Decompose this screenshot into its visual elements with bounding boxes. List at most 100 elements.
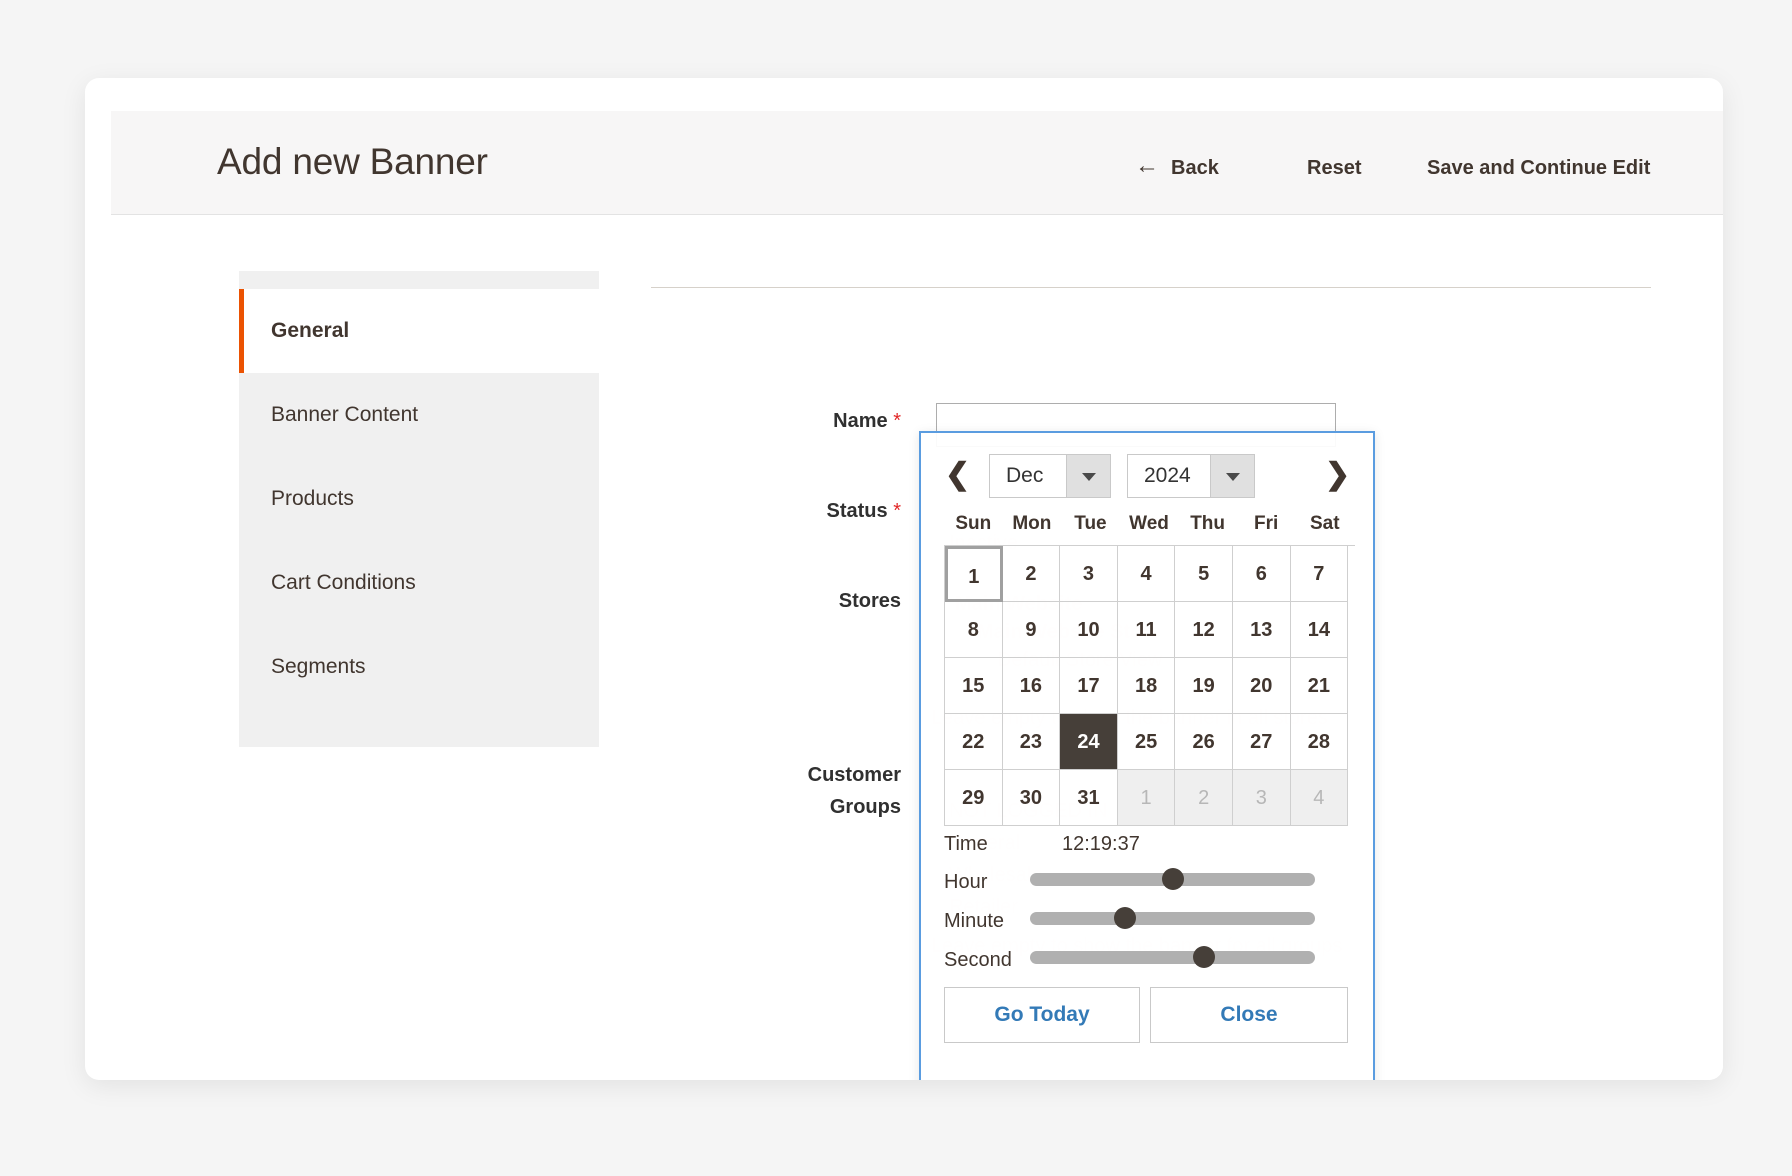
calendar-day-cell[interactable]: 2	[1002, 546, 1061, 602]
month-select-value: Dec	[1006, 464, 1044, 487]
tab-nav: General Banner Content Products Cart Con…	[239, 289, 599, 747]
back-button[interactable]: Back	[1171, 157, 1219, 180]
minute-slider[interactable]	[1030, 907, 1315, 929]
calendar-header: ❮ Dec 2024 ❯	[921, 447, 1373, 503]
calendar-day-cell[interactable]: 4	[1117, 546, 1176, 602]
tab-cart-conditions[interactable]: Cart Conditions	[239, 541, 599, 625]
weekday-header: Fri	[1254, 513, 1279, 534]
go-today-button[interactable]: Go Today	[944, 987, 1140, 1043]
name-label-text: Name	[833, 410, 888, 432]
calendar-day-cell[interactable]: 25	[1117, 714, 1176, 770]
calendar-day-cell[interactable]: 23	[1002, 714, 1061, 770]
save-and-continue-edit-button[interactable]: Save and Continue Edit	[1427, 157, 1650, 180]
calendar-day-cell[interactable]: 6	[1232, 546, 1291, 602]
tab-general[interactable]: General	[239, 289, 599, 373]
customer-groups-label: Customer Groups	[651, 759, 901, 823]
calendar-day-cell[interactable]: 15	[945, 658, 1003, 714]
calendar-week-row: 22 23 24 25 26 27 28	[945, 714, 1355, 770]
calendar-day-cell[interactable]: 8	[945, 602, 1003, 658]
calendar-day-cell[interactable]: 3	[1232, 770, 1291, 826]
calendar-day-cell[interactable]: 27	[1232, 714, 1291, 770]
tab-label: Banner Content	[271, 403, 419, 426]
calendar-day-cell[interactable]: 9	[1002, 602, 1061, 658]
tab-products[interactable]: Products	[239, 457, 599, 541]
calendar-day-cell[interactable]: 11	[1117, 602, 1176, 658]
customer-groups-label-line2: Groups	[829, 796, 901, 818]
calendar-week-row: 8 9 10 11 12 13 14	[945, 602, 1355, 658]
name-label: Name *	[651, 407, 901, 435]
minute-slider-thumb[interactable]	[1114, 907, 1137, 929]
calendar-day-cell[interactable]: 1	[945, 546, 1003, 602]
stores-label: Stores	[838, 590, 901, 612]
time-value: 12:19:37	[1062, 833, 1140, 855]
calendar-day-cell[interactable]: 28	[1290, 714, 1349, 770]
status-label-text: Status	[826, 500, 888, 522]
calendar-day-cell[interactable]: 21	[1290, 658, 1349, 714]
weekday-header: Wed	[1129, 513, 1169, 534]
year-select[interactable]: 2024	[1127, 454, 1255, 498]
page-title: Add new Banner	[217, 141, 488, 182]
hour-slider-thumb[interactable]	[1161, 868, 1184, 890]
calendar-day-cell[interactable]: 3	[1060, 546, 1118, 602]
reset-button[interactable]: Reset	[1307, 157, 1361, 180]
tab-segments[interactable]: Segments	[239, 625, 599, 709]
calendar-day-cell[interactable]: 19	[1175, 658, 1233, 714]
hour-label: Hour	[944, 871, 988, 893]
weekday-header: Sun	[955, 513, 992, 534]
datetime-picker-popup: ❮ Dec 2024 ❯ Sun Mon Tue Wed Thu Fri Sat 12345…	[919, 431, 1375, 1080]
calendar-day-cell[interactable]: 1	[1117, 770, 1176, 826]
calendar-day-cell[interactable]: 2	[1175, 770, 1233, 826]
tab-nav-top-strip	[239, 271, 599, 289]
tab-label: Segments	[271, 655, 366, 678]
calendar-week-row: 29 30 31 1 2 3 4	[945, 770, 1355, 826]
calendar-day-cell[interactable]: 13	[1232, 602, 1291, 658]
calendar-day-cell[interactable]: 26	[1175, 714, 1233, 770]
calendar-day-cell[interactable]: 20	[1232, 658, 1291, 714]
weekday-header: Tue	[1074, 513, 1107, 534]
page-header: Add new Banner ← Back Reset Save and Con…	[111, 111, 1723, 215]
status-label: Status *	[651, 497, 901, 525]
tab-label: Cart Conditions	[271, 571, 416, 594]
tab-label: Products	[271, 487, 354, 510]
chevron-down-icon[interactable]	[1066, 455, 1110, 497]
calendar-day-cell[interactable]: 18	[1117, 658, 1176, 714]
year-select-value: 2024	[1144, 464, 1191, 487]
calendar-day-cell[interactable]: 14	[1290, 602, 1349, 658]
weekday-header: Sat	[1309, 513, 1340, 534]
calendar-day-cell[interactable]: 31	[1060, 770, 1118, 826]
customer-groups-label-line1: Customer	[807, 764, 901, 786]
close-button[interactable]: Close	[1150, 987, 1348, 1043]
calendar-grid: 1 2 3 4 5 6 7 8 9 10 11 12 13 14 15 16 17 18 19 20 21 22 23 24 2…	[944, 545, 1355, 826]
calendar-day-cell[interactable]: 7	[1290, 546, 1349, 602]
minute-label: Minute	[944, 910, 1005, 932]
form-divider	[651, 287, 1651, 288]
calendar-day-cell[interactable]: 10	[1060, 602, 1118, 658]
calendar-day-cell[interactable]: 24	[1060, 714, 1118, 770]
hour-slider[interactable]	[1030, 868, 1315, 890]
second-slider[interactable]	[1030, 946, 1315, 968]
calendar-day-cell[interactable]: 17	[1060, 658, 1118, 714]
app-window: Add new Banner ← Back Reset Save and Con…	[85, 78, 1723, 1080]
second-slider-thumb[interactable]	[1193, 946, 1216, 968]
chevron-right-icon[interactable]: ❯	[1325, 455, 1350, 495]
calendar-weekday-row: Sun Mon Tue Wed Thu Fri Sat	[944, 513, 1354, 535]
tab-banner-content[interactable]: Banner Content	[239, 373, 599, 457]
calendar-week-row: 1234567	[945, 546, 1355, 602]
calendar-day-cell[interactable]: 4	[1290, 770, 1349, 826]
chevron-down-icon[interactable]	[1210, 455, 1254, 497]
required-indicator: *	[893, 500, 901, 522]
chevron-left-icon[interactable]: ❮	[945, 455, 970, 495]
arrow-left-icon: ←	[1135, 152, 1159, 179]
calendar-day-cell[interactable]: 5	[1175, 546, 1233, 602]
page-body: General Banner Content Products Cart Con…	[111, 215, 1723, 1080]
required-indicator: *	[893, 410, 901, 432]
calendar-day-cell[interactable]: 12	[1175, 602, 1233, 658]
calendar-day-cell[interactable]: 30	[1002, 770, 1061, 826]
time-label: Time	[944, 833, 988, 855]
calendar-day-cell[interactable]: 29	[945, 770, 1003, 826]
weekday-header: Mon	[1012, 513, 1052, 534]
calendar-day-cell[interactable]: 16	[1002, 658, 1061, 714]
calendar-week-row: 15 16 17 18 19 20 21	[945, 658, 1355, 714]
month-select[interactable]: Dec	[989, 454, 1111, 498]
calendar-day-cell[interactable]: 22	[945, 714, 1003, 770]
